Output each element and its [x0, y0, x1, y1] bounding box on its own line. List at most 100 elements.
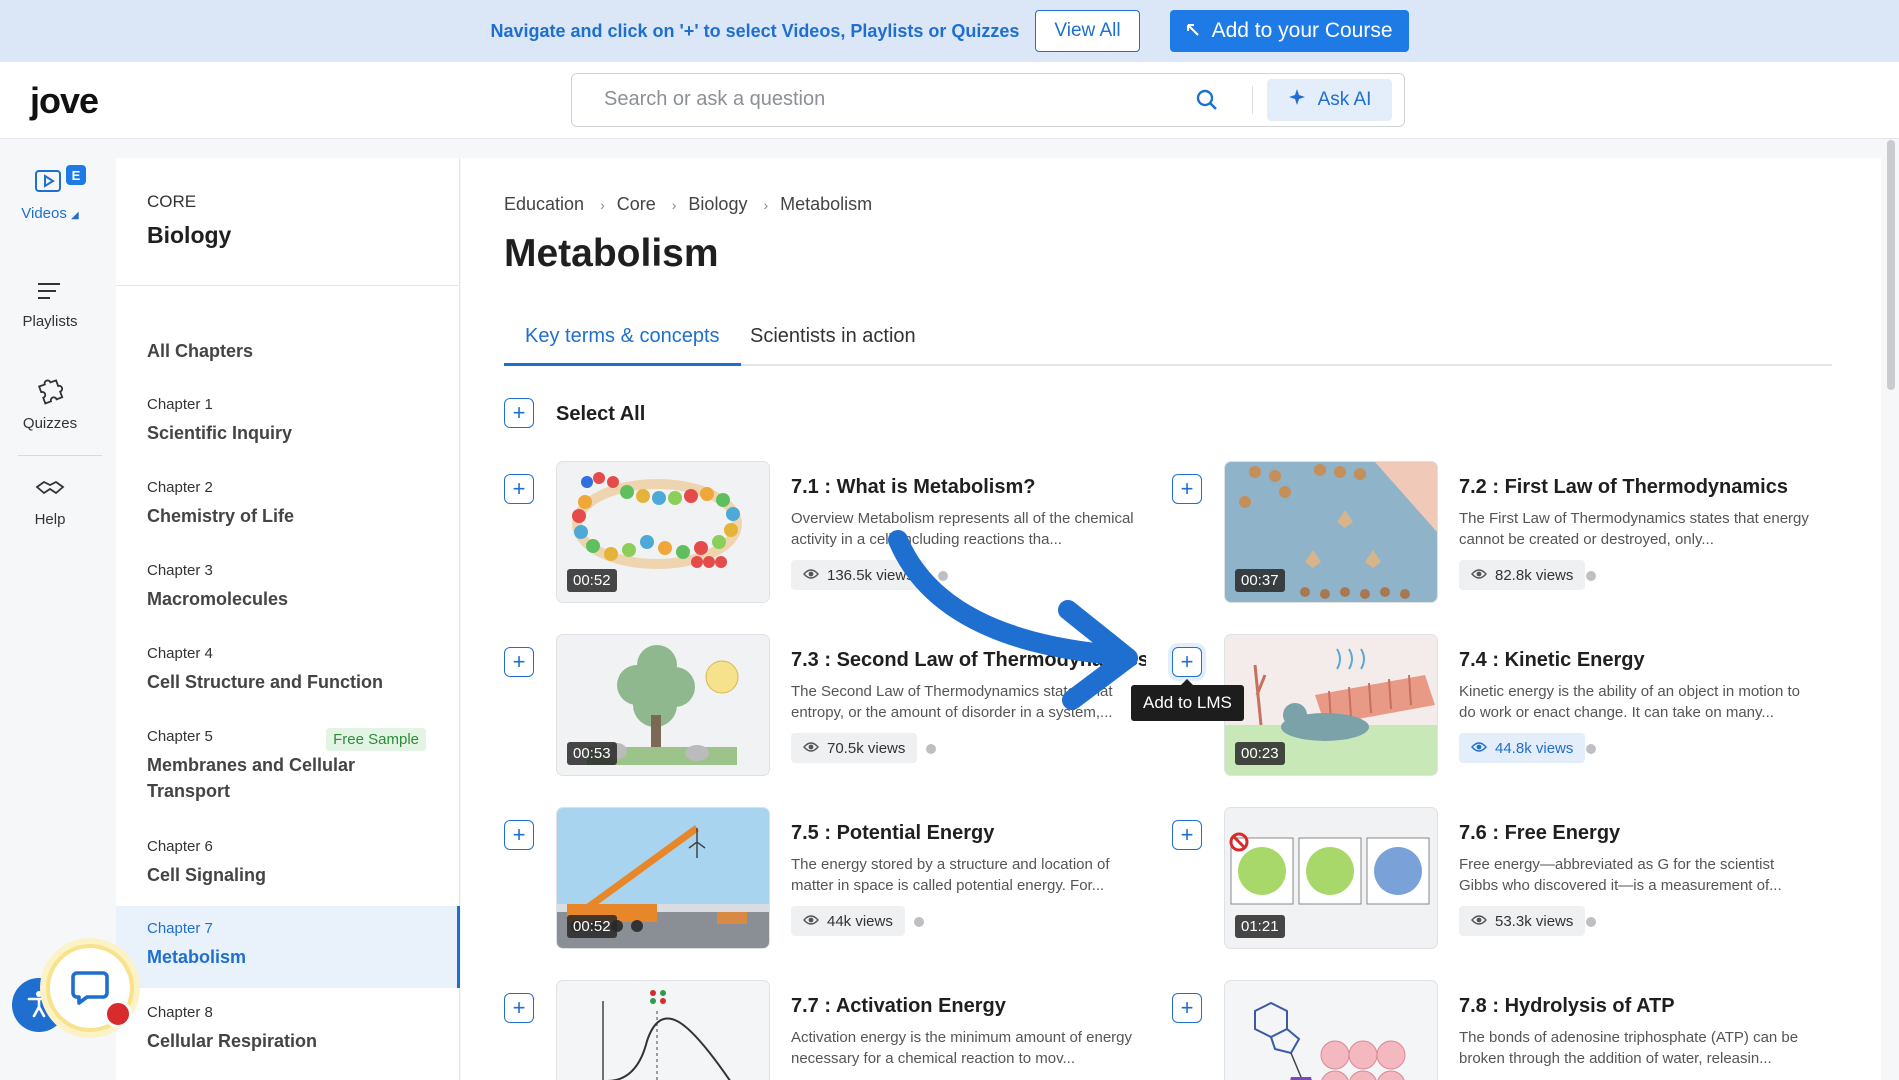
- add-plus-button[interactable]: +: [1172, 993, 1202, 1023]
- rail-divider: [18, 455, 102, 456]
- add-plus-button[interactable]: +: [504, 647, 534, 677]
- card-description: Kinetic energy is the ability of an obje…: [1459, 683, 1801, 721]
- rail-playlists[interactable]: Playlists: [0, 279, 100, 330]
- card-title[interactable]: 7.5 : Potential Energy: [791, 822, 1146, 845]
- chapter-number: Chapter 7: [147, 920, 213, 937]
- card-title[interactable]: 7.2 : First Law of Thermodynamics: [1459, 476, 1814, 499]
- chapter-item-8[interactable]: Chapter 8 Cellular Respiration: [116, 1004, 460, 1054]
- rail-quizzes-label: Quizzes: [22, 415, 78, 432]
- card-title[interactable]: 7.8 : Hydrolysis of ATP: [1459, 995, 1814, 1018]
- video-thumbnail[interactable]: 01:21: [1225, 808, 1437, 948]
- chapter-number: Chapter 8: [147, 1004, 213, 1021]
- views-badge: 44.8k views: [1459, 733, 1586, 763]
- page-title: Metabolism: [504, 232, 719, 275]
- rail-videos[interactable]: E Videos ◢: [0, 165, 100, 222]
- rail-help[interactable]: Help: [0, 477, 100, 528]
- card-description: The First Law of Thermodynamics states t…: [1459, 510, 1809, 548]
- chapter-title: Chemistry of Life: [147, 506, 295, 526]
- playlist-icon: [36, 283, 64, 307]
- left-rail: E Videos ◢ Playlists Quizzes Help: [0, 139, 102, 1080]
- puzzle-icon: [35, 379, 65, 409]
- video-thumbnail[interactable]: [557, 981, 769, 1080]
- atp-molecule-illustration: [1225, 981, 1437, 1080]
- views-badge: 44k views: [791, 906, 905, 936]
- rail-videos-label: Videos ◢: [21, 205, 79, 222]
- video-card-7-7: + 7.7 : Activation Energy Activation ene…: [504, 981, 1144, 1080]
- card-description: Activation energy is the minimum amount …: [791, 1029, 1132, 1067]
- select-all-plus-button[interactable]: +: [504, 398, 534, 428]
- view-all-button[interactable]: View All: [1035, 10, 1140, 52]
- video-thumbnail[interactable]: 00:52: [557, 462, 769, 602]
- views-count: 44k views: [827, 912, 893, 930]
- chapter-number: Chapter 1: [147, 396, 213, 413]
- add-plus-button[interactable]: +: [504, 820, 534, 850]
- breadcrumb-education[interactable]: Education: [504, 194, 584, 215]
- eye-icon: [803, 913, 819, 930]
- chevron-right-icon: ›: [671, 196, 677, 213]
- arrow-up-left-icon: [1186, 19, 1200, 43]
- card-title[interactable]: 7.4 : Kinetic Energy: [1459, 649, 1814, 672]
- promo-text: Navigate and click on '+' to select Vide…: [490, 20, 1020, 41]
- chevron-right-icon: ›: [600, 196, 605, 213]
- add-plus-button[interactable]: +: [1172, 820, 1202, 850]
- add-to-lms-tooltip: Add to LMS: [1131, 679, 1244, 721]
- search-input[interactable]: [604, 88, 1164, 111]
- views-badge: 82.8k views: [1459, 560, 1586, 590]
- ask-ai-button[interactable]: Ask AI: [1267, 79, 1392, 121]
- video-card-7-5: + 00:52 7.5 : Potential Energy The energ…: [504, 808, 1144, 948]
- chapter-title: Cell Signaling: [147, 865, 267, 885]
- card-description: Free energy—abbreviated as G for the sci…: [1459, 856, 1782, 894]
- video-thumbnail[interactable]: 00:53: [557, 635, 769, 775]
- chapter-item-6[interactable]: Chapter 6 Cell Signaling: [116, 838, 460, 888]
- add-plus-button[interactable]: +: [504, 474, 534, 504]
- chapter-item-3[interactable]: Chapter 3 Macromolecules: [116, 562, 460, 612]
- chapter-title: Macromolecules: [147, 589, 289, 609]
- jove-logo[interactable]: jove: [30, 80, 99, 122]
- tab-scientists[interactable]: Scientists in action: [750, 316, 916, 366]
- handshake-icon: [34, 480, 66, 505]
- add-to-course-button[interactable]: Add to your Course: [1169, 10, 1409, 52]
- chapter-item-7[interactable]: Chapter 7 Metabolism: [116, 906, 460, 988]
- card-description: The bonds of adenosine triphosphate (ATP…: [1459, 1029, 1799, 1067]
- breadcrumb-metabolism: Metabolism: [780, 194, 873, 214]
- eye-icon: [1471, 740, 1487, 757]
- video-thumbnail[interactable]: 00:37: [1225, 462, 1437, 602]
- search-icon[interactable]: [1195, 88, 1219, 117]
- views-count: 53.3k views: [1495, 912, 1574, 930]
- card-title[interactable]: 7.1 : What is Metabolism?: [791, 476, 1146, 499]
- views-count: 70.5k views: [827, 739, 906, 757]
- video-thumbnail[interactable]: 00:52: [557, 808, 769, 948]
- breadcrumb: Education › Core › Biology › Metabolism: [504, 194, 872, 215]
- card-title[interactable]: 7.6 : Free Energy: [1459, 822, 1814, 845]
- core-label: CORE: [147, 192, 197, 211]
- add-plus-button[interactable]: +: [504, 993, 534, 1023]
- chapter-item-2[interactable]: Chapter 2 Chemistry of Life: [116, 479, 460, 529]
- chapter-item-4[interactable]: Chapter 4 Cell Structure and Function: [116, 645, 460, 695]
- card-title[interactable]: 7.7 : Activation Energy: [791, 995, 1146, 1018]
- breadcrumb-biology[interactable]: Biology: [688, 194, 747, 215]
- rail-badge: E: [66, 165, 86, 185]
- status-dot: [1586, 571, 1596, 581]
- video-card-7-6: + 01:21 7.6 : Free Energy Free energy—ab…: [1172, 808, 1812, 948]
- duration-badge: 00:23: [1235, 742, 1285, 765]
- eye-icon: [803, 567, 819, 584]
- add-plus-button[interactable]: +: [1172, 474, 1202, 504]
- add-plus-button[interactable]: +: [1172, 647, 1202, 677]
- video-card-7-2: + 00:37 7.2 : First Law of Thermodynamic…: [1172, 462, 1812, 602]
- all-chapters-link[interactable]: All Chapters: [147, 341, 253, 362]
- chapter-item-1[interactable]: Chapter 1 Scientific Inquiry: [116, 396, 460, 446]
- video-thumbnail[interactable]: 00:23: [1225, 635, 1437, 775]
- duration-badge: 01:21: [1235, 915, 1285, 938]
- chapter-item-5[interactable]: Chapter 5 Free Sample Membranes and Cell…: [116, 728, 460, 804]
- chapter-number: Chapter 4: [147, 645, 213, 662]
- breadcrumb-core[interactable]: Core: [617, 194, 656, 215]
- video-thumbnail[interactable]: [1225, 981, 1437, 1080]
- rail-quizzes[interactable]: Quizzes: [0, 375, 100, 432]
- views-count: 82.8k views: [1495, 566, 1574, 584]
- page-scrollbar[interactable]: [1887, 140, 1895, 390]
- tab-key-terms[interactable]: Key terms & concepts: [504, 316, 741, 366]
- notification-dot: [104, 1000, 132, 1028]
- duration-badge: 00:52: [567, 569, 617, 592]
- sparkle-icon: [1288, 87, 1308, 113]
- main-content: Education › Core › Biology › Metabolism …: [461, 158, 1881, 1080]
